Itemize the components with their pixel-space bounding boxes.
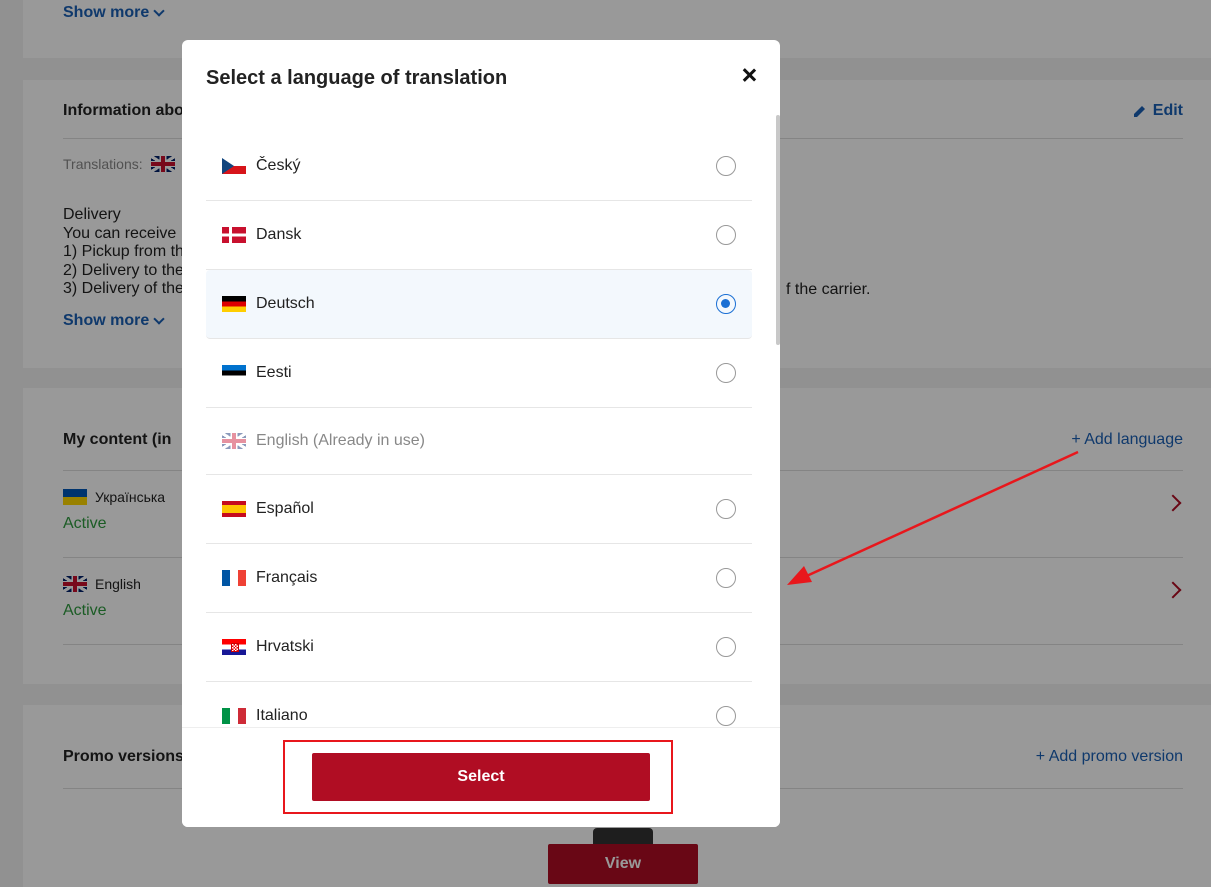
annotation-arrow-icon (787, 450, 1079, 585)
